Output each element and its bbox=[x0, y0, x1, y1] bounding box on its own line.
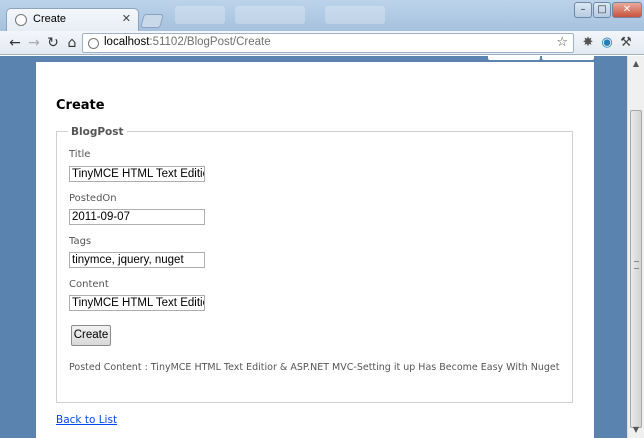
top-menu-tab bbox=[542, 56, 594, 60]
web-viewport: Create BlogPost Title TinyMCE HTML Text … bbox=[0, 56, 627, 438]
page-title: Create bbox=[56, 98, 105, 113]
forward-button[interactable]: → bbox=[25, 34, 43, 52]
page-icon bbox=[88, 38, 99, 49]
title-label: Title bbox=[69, 149, 91, 160]
top-menu-tab bbox=[488, 56, 540, 60]
window-titlebar: Create ✕ – □ ✕ bbox=[0, 0, 644, 32]
favicon-icon bbox=[15, 14, 27, 26]
background-window-area bbox=[325, 6, 385, 24]
page-content: Create BlogPost Title TinyMCE HTML Text … bbox=[36, 62, 594, 438]
new-tab-button[interactable] bbox=[140, 14, 164, 28]
scroll-down-icon[interactable]: ▼ bbox=[628, 422, 644, 438]
close-window-button[interactable]: ✕ bbox=[612, 2, 642, 18]
tab-close-icon[interactable]: ✕ bbox=[122, 12, 131, 25]
bookmark-star-icon[interactable]: ☆ bbox=[556, 35, 568, 50]
fieldset-legend: BlogPost bbox=[68, 126, 127, 138]
minimize-button[interactable]: – bbox=[574, 2, 592, 18]
chrome-icon[interactable]: ◉ bbox=[599, 35, 615, 51]
wrench-icon[interactable]: ⚒ bbox=[618, 35, 634, 51]
thumb-grip-icon bbox=[634, 261, 639, 269]
postedon-input[interactable]: 2011-09-07 bbox=[69, 209, 205, 225]
vertical-scrollbar[interactable]: ▲ ▼ bbox=[627, 56, 644, 438]
tags-label: Tags bbox=[69, 236, 92, 247]
maximize-button[interactable]: □ bbox=[593, 2, 611, 18]
content-input[interactable]: TinyMCE HTML Text Editior & bbox=[69, 295, 205, 311]
home-button[interactable]: ⌂ bbox=[63, 34, 81, 52]
background-window-area bbox=[175, 6, 225, 24]
address-bar[interactable]: localhost:51102/BlogPost/Create ☆ bbox=[82, 33, 574, 53]
extension-icon[interactable]: ✸ bbox=[580, 35, 596, 51]
content-label: Content bbox=[69, 279, 109, 290]
url-text: localhost:51102/BlogPost/Create bbox=[104, 36, 271, 48]
browser-toolbar: ← → ↻ ⌂ localhost:51102/BlogPost/Create … bbox=[0, 31, 644, 55]
posted-content-text: Posted Content : TinyMCE HTML Text Editi… bbox=[69, 362, 560, 373]
back-button[interactable]: ← bbox=[6, 34, 24, 52]
create-button[interactable]: Create bbox=[71, 325, 111, 346]
title-input[interactable]: TinyMCE HTML Text Editior & bbox=[69, 166, 205, 182]
reload-button[interactable]: ↻ bbox=[44, 34, 62, 52]
browser-tab[interactable]: Create ✕ bbox=[6, 8, 139, 32]
back-to-list-link[interactable]: Back to List bbox=[56, 414, 117, 426]
tags-input[interactable]: tinymce, jquery, nuget bbox=[69, 252, 205, 268]
postedon-label: PostedOn bbox=[69, 193, 117, 204]
tab-title: Create bbox=[33, 13, 67, 25]
scrollbar-thumb[interactable] bbox=[630, 110, 642, 428]
scroll-up-icon[interactable]: ▲ bbox=[628, 56, 644, 72]
background-window-area bbox=[235, 6, 305, 24]
